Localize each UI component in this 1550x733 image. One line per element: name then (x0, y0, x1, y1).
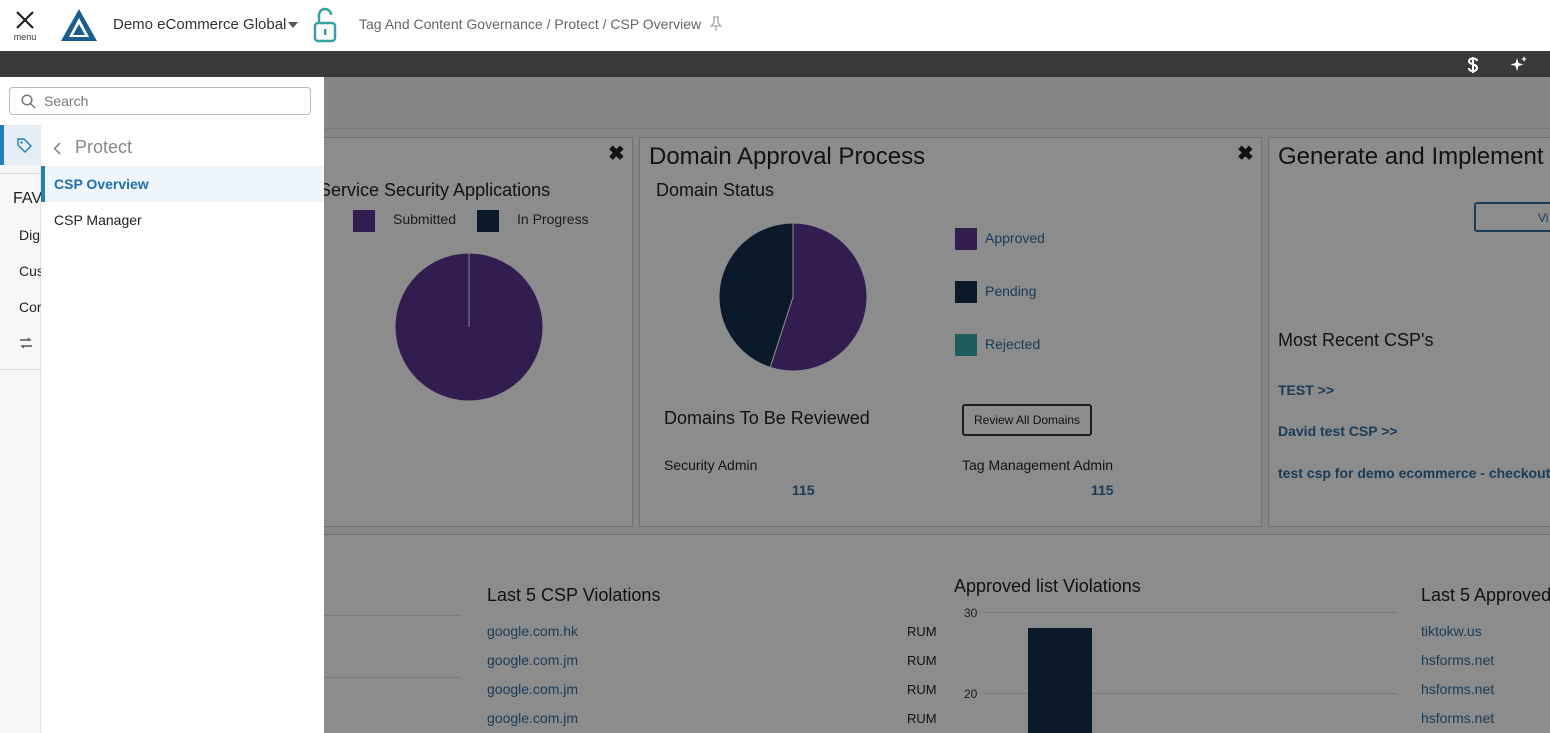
rail-item[interactable]: Digi (19, 227, 41, 243)
chevron-left-icon (53, 142, 61, 155)
tag-icon (17, 138, 32, 153)
brand-logo[interactable] (60, 8, 98, 47)
close-icon (16, 11, 34, 29)
dollar-icon[interactable] (1465, 56, 1481, 74)
search-box (9, 87, 311, 115)
unlock-icon (313, 7, 337, 43)
breadcrumb: Tag And Content Governance / Protect / C… (359, 16, 702, 32)
rail-item[interactable]: Cus (19, 263, 41, 279)
divider (0, 369, 41, 370)
search-input[interactable] (44, 91, 304, 111)
sparkle-icon[interactable] (1510, 55, 1528, 73)
rail-item[interactable]: Cor (19, 299, 41, 315)
menu-button[interactable]: menu (8, 8, 42, 48)
pin-icon[interactable] (710, 16, 722, 32)
side-menu: FAV Digi Cus Cor Protect CSP Overview CS… (0, 77, 324, 733)
top-bar: menu Demo eCommerce Global Tag And Conte… (0, 0, 1550, 51)
search-icon (21, 94, 36, 109)
switch-icon[interactable] (19, 336, 33, 350)
rail-tag-tab[interactable] (0, 125, 41, 165)
back-label: Protect (75, 137, 133, 157)
menu-label: menu (13, 32, 37, 42)
org-name[interactable]: Demo eCommerce Global (113, 16, 286, 33)
action-bar (0, 51, 1550, 77)
side-rail: FAV Digi Cus Cor (0, 125, 41, 733)
nav-item-csp-manager[interactable]: CSP Manager (41, 202, 324, 238)
divider (0, 173, 41, 174)
caret-down-icon[interactable] (288, 22, 298, 28)
favorites-label: FAV (13, 190, 41, 207)
nav-panel: Protect CSP Overview CSP Manager (41, 125, 324, 733)
nav-item-csp-overview[interactable]: CSP Overview (41, 166, 324, 202)
